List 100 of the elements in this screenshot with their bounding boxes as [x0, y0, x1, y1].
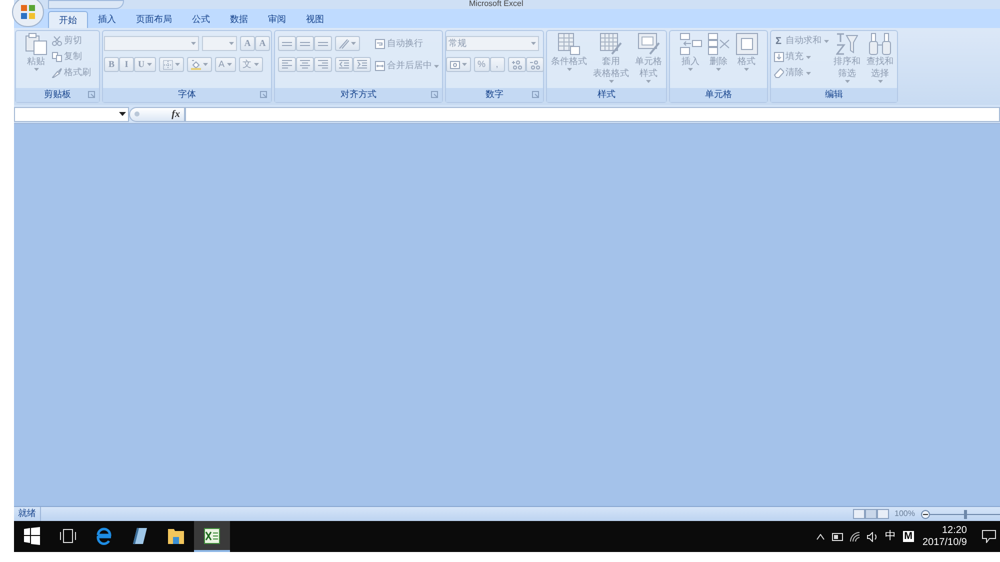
caret-icon: [646, 80, 651, 83]
format-button[interactable]: 文: [238, 57, 263, 72]
ribbon-button[interactable]: 查找和 选择: [864, 31, 896, 88]
group-label: 对齐方式: [340, 88, 376, 102]
caret-icon: [608, 80, 614, 83]
dialog-launcher-icon[interactable]: [431, 91, 438, 98]
ribbon-tab[interactable]: 页面布局: [126, 11, 182, 28]
ribbon-tab[interactable]: 公式: [182, 11, 220, 28]
ribbon-tab[interactable]: 开始: [48, 11, 88, 28]
ribbon-button[interactable]: 排序和 筛选: [830, 31, 864, 88]
ribbon-button[interactable]: 删除: [704, 31, 732, 88]
format-button[interactable]: %: [474, 57, 490, 72]
ribbon-tab[interactable]: 审阅: [258, 11, 296, 28]
ribbon-button[interactable]: 自动换行: [375, 37, 439, 51]
ribbon-button[interactable]: 填充: [774, 50, 828, 64]
dialog-launcher-icon[interactable]: [532, 91, 539, 98]
dropdown[interactable]: [202, 36, 237, 51]
toolbar-button[interactable]: [158, 57, 184, 72]
clock-date[interactable]: 2017/10/9: [922, 536, 967, 548]
ribbon-button[interactable]: 单元格 样式: [632, 31, 665, 88]
toolbar-button[interactable]: [278, 57, 296, 72]
volume-icon[interactable]: [867, 532, 878, 542]
clipboard-icon: [25, 33, 47, 55]
ribbon-button[interactable]: 粘贴: [22, 31, 50, 88]
ime-mode-indicator[interactable]: M: [903, 531, 914, 542]
caret-icon: [229, 42, 234, 45]
caret-icon: [202, 63, 208, 66]
ribbon-tab[interactable]: 插入: [88, 11, 126, 28]
toolbar-button[interactable]: [335, 57, 353, 72]
caret-icon: [844, 80, 850, 83]
ribbon-tab[interactable]: 视图: [296, 11, 334, 28]
format-button[interactable]: I: [119, 57, 134, 72]
zoom-out-icon[interactable]: [921, 510, 930, 518]
zoom-slider[interactable]: [930, 510, 1000, 518]
caret-icon: [566, 68, 572, 71]
caret-icon: [806, 56, 810, 58]
ribbon-button[interactable]: 清除: [774, 66, 828, 80]
format-button[interactable]: A: [255, 36, 270, 51]
caret-icon: [434, 64, 439, 68]
grid-icon: [558, 33, 580, 55]
toolbar-button[interactable]: [446, 57, 470, 72]
wifi-icon[interactable]: [850, 532, 860, 542]
ribbon-button[interactable]: 格式: [732, 31, 760, 88]
name-box[interactable]: [14, 106, 129, 122]
format-button[interactable]: A: [240, 36, 255, 51]
ribbon-button[interactable]: 插入: [676, 31, 704, 88]
cell-brush-icon: [638, 33, 660, 55]
brush-icon: [52, 68, 62, 78]
ribbon-button[interactable]: 套用 表格格式: [590, 31, 632, 88]
clock-time[interactable]: 12:20: [942, 524, 967, 536]
formula-input[interactable]: [185, 106, 1000, 122]
notebook-icon: [131, 526, 149, 544]
slider-thumb[interactable]: [964, 510, 966, 518]
format-button[interactable]: U: [134, 57, 156, 72]
angled-text-icon: [339, 38, 349, 48]
merge-cells-icon: [375, 61, 385, 71]
view-buttons-icon[interactable]: [852, 509, 889, 519]
dropdown[interactable]: 常规: [446, 36, 538, 51]
toolbar-button[interactable]: [278, 36, 296, 51]
ribbon-tab[interactable]: 数据: [220, 11, 258, 28]
dialog-launcher-icon[interactable]: [260, 91, 267, 98]
toolbar-button[interactable]: [353, 57, 371, 72]
ribbon-button[interactable]: 格式刷: [52, 66, 91, 80]
caret-icon: [716, 68, 721, 71]
toolbar-button[interactable]: [296, 57, 314, 72]
ribbon-button[interactable]: 复制: [52, 50, 91, 64]
ribbon-button[interactable]: 剪切: [52, 34, 91, 48]
copy-icon: [52, 52, 62, 62]
format-button[interactable]: ,: [490, 57, 505, 72]
dropdown[interactable]: [104, 36, 199, 51]
taskbar-button[interactable]: [194, 521, 230, 552]
toolbar-button[interactable]: [296, 36, 314, 51]
toolbar-button[interactable]: [186, 57, 212, 72]
notification-icon[interactable]: [982, 530, 996, 543]
ribbon-button[interactable]: 条件格式: [548, 31, 590, 88]
battery-icon[interactable]: [832, 532, 844, 540]
group-label: 剪贴板: [44, 88, 71, 102]
chevron-up-icon[interactable]: [816, 534, 826, 540]
input-method-indicator[interactable]: 中: [885, 528, 896, 545]
toolbar-button[interactable]: [335, 36, 360, 51]
caret-icon: [146, 63, 152, 66]
increase-decimal-icon: [512, 60, 522, 70]
toolbar-button[interactable]: [508, 57, 526, 72]
format-button[interactable]: A: [214, 57, 236, 72]
ribbon-button[interactable]: Σ 自动求和: [774, 34, 828, 48]
format-button[interactable]: B: [104, 57, 119, 72]
format-cells-icon: [736, 33, 758, 55]
browser-e-icon: [95, 526, 113, 544]
caret-icon: [688, 68, 693, 71]
insert-function-button[interactable]: fx: [172, 106, 180, 122]
paint-bucket-icon: [190, 60, 200, 70]
toolbar-button[interactable]: [314, 36, 332, 51]
toolbar-button[interactable]: [314, 57, 332, 72]
dialog-launcher-icon[interactable]: [88, 91, 95, 98]
windows-logo-icon: [23, 526, 41, 544]
sort-filter-icon: [836, 33, 858, 55]
increase-indent-icon: [357, 60, 367, 69]
ribbon-button[interactable]: 合并后居中: [375, 59, 439, 73]
office-button[interactable]: [12, 0, 44, 27]
toolbar-button[interactable]: [526, 57, 544, 72]
